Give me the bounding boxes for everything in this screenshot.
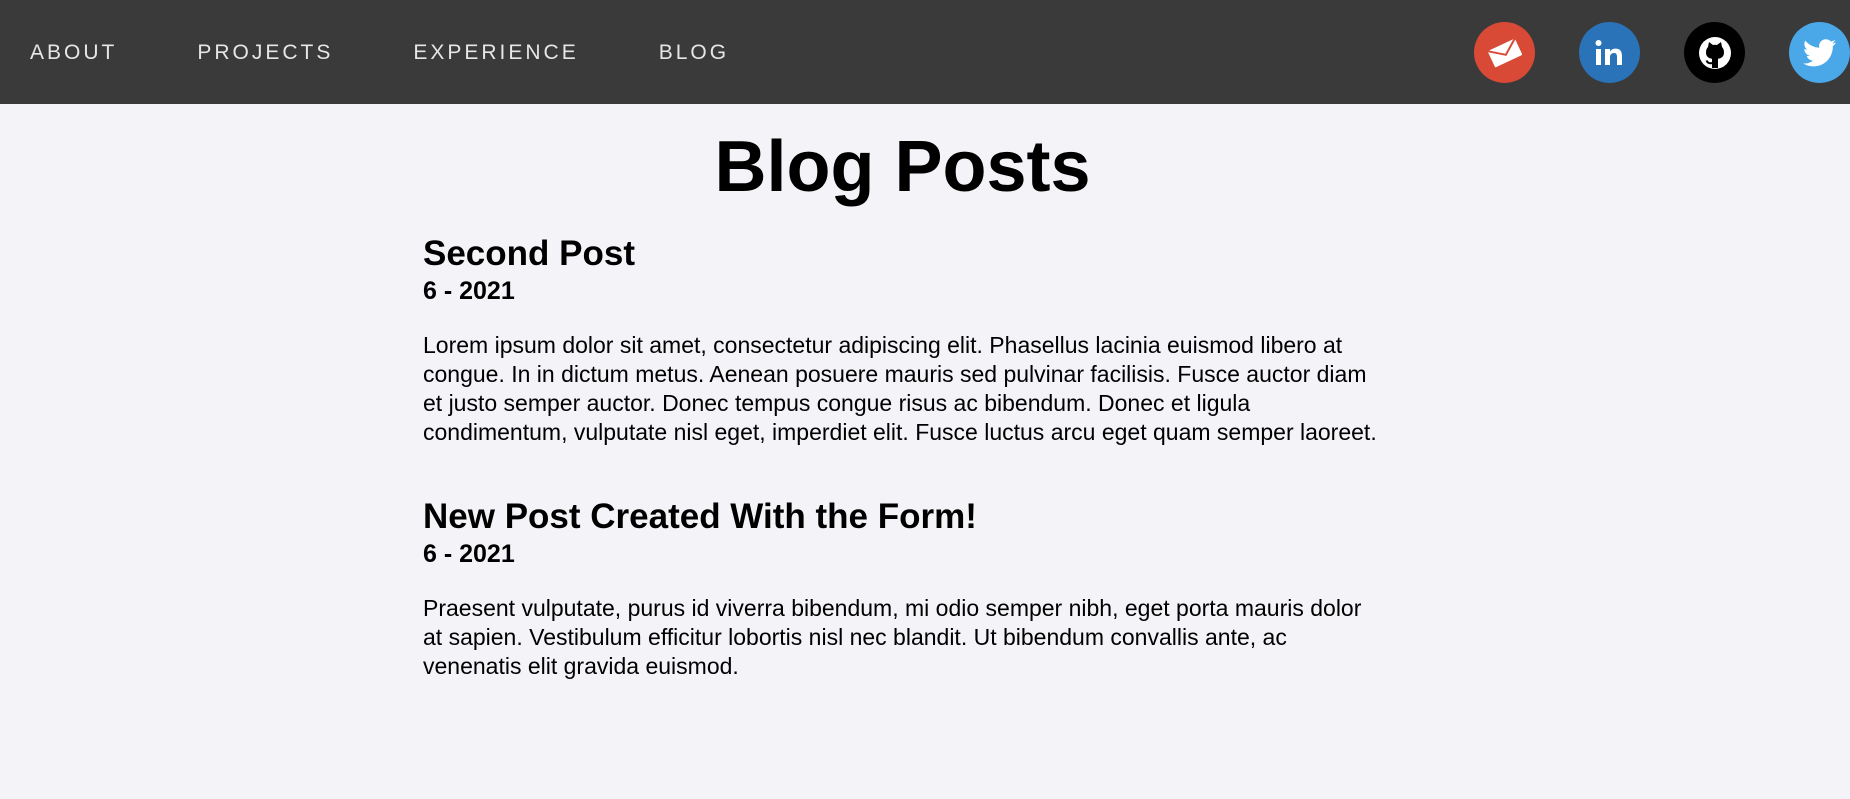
github-icon (1698, 36, 1731, 69)
post-body: Praesent vulputate, purus id viverra bib… (423, 595, 1362, 679)
post-title: New Post Created With the Form! (423, 497, 977, 536)
nav-link-experience[interactable]: EXPERIENCE (413, 42, 578, 63)
twitter-icon (1802, 38, 1836, 66)
navbar: ABOUT PROJECTS EXPERIENCE BLOG (0, 0, 1850, 104)
page-title: Blog Posts (714, 127, 1091, 207)
nav-link-about[interactable]: ABOUT (30, 42, 117, 63)
post-date: 6 - 2021 (423, 540, 515, 568)
post-date: 6 - 2021 (423, 277, 515, 305)
linkedin-icon (1595, 39, 1622, 65)
post-body: Lorem ipsum dolor sit amet, consectetur … (423, 332, 1377, 445)
mail-icon (1486, 37, 1522, 67)
github-link[interactable] (1684, 22, 1745, 83)
linkedin-link[interactable] (1579, 22, 1640, 83)
email-link[interactable] (1474, 22, 1535, 83)
twitter-link[interactable] (1789, 22, 1850, 83)
post-title: Second Post (423, 234, 635, 273)
social-links (1474, 22, 1850, 83)
main-content: Blog Posts Second Post 6 - 2021 Lorem ip… (0, 104, 1850, 799)
post-item: New Post Created With the Form! 6 - 2021… (423, 497, 1383, 681)
post-item: Second Post 6 - 2021 Lorem ipsum dolor s… (423, 234, 1383, 447)
nav-link-projects[interactable]: PROJECTS (197, 42, 333, 63)
nav-link-blog[interactable]: BLOG (659, 42, 729, 63)
post-list: Second Post 6 - 2021 Lorem ipsum dolor s… (423, 234, 1383, 731)
nav-links: ABOUT PROJECTS EXPERIENCE BLOG (30, 0, 809, 104)
